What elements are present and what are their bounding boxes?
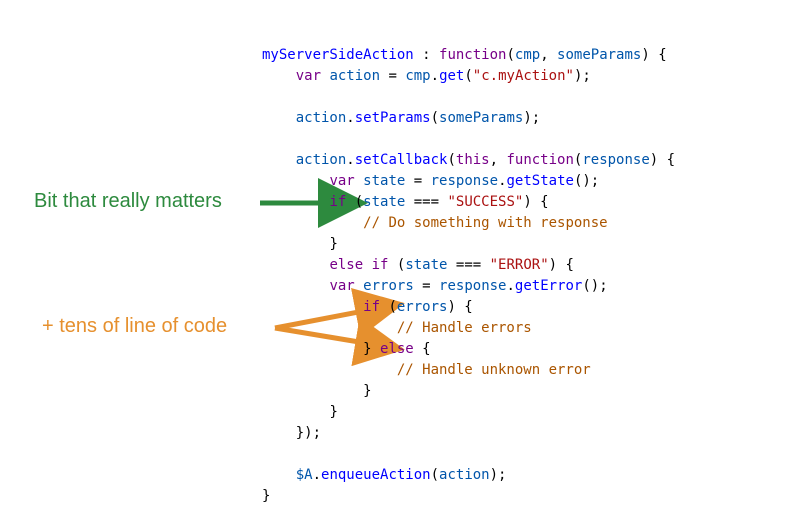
- figure-root: Bit that really matters + tens of line o…: [0, 0, 800, 528]
- code-line-22: }: [262, 488, 270, 504]
- code-line-14: // Handle errors: [262, 320, 532, 336]
- code-line-19: });: [262, 425, 321, 441]
- code-line-17: }: [262, 383, 372, 399]
- code-line-13: if (errors) {: [262, 299, 473, 315]
- code-line-8: if (state === "SUCCESS") {: [262, 194, 549, 210]
- code-line-7: var state = response.getState();: [262, 173, 599, 189]
- fn-name: myServerSideAction: [262, 47, 414, 63]
- code-line-6: action.setCallback(this, function(respon…: [262, 152, 675, 168]
- code-line-21: $A.enqueueAction(action);: [262, 467, 506, 483]
- code-line-18: }: [262, 404, 338, 420]
- code-line-4: action.setParams(someParams);: [262, 110, 540, 126]
- code-line-9: // Do something with response: [262, 215, 608, 231]
- code-block: myServerSideAction : function(cmp, someP…: [262, 24, 675, 528]
- code-line-15: } else {: [262, 341, 431, 357]
- code-line-1: myServerSideAction : function(cmp, someP…: [262, 47, 667, 63]
- annotation-orange: + tens of line of code: [42, 316, 227, 337]
- annotation-green: Bit that really matters: [34, 191, 222, 212]
- code-line-11: else if (state === "ERROR") {: [262, 257, 574, 273]
- code-line-2: var action = cmp.get("c.myAction");: [262, 68, 591, 84]
- code-line-10: }: [262, 236, 338, 252]
- code-line-16: // Handle unknown error: [262, 362, 591, 378]
- code-line-12: var errors = response.getError();: [262, 278, 608, 294]
